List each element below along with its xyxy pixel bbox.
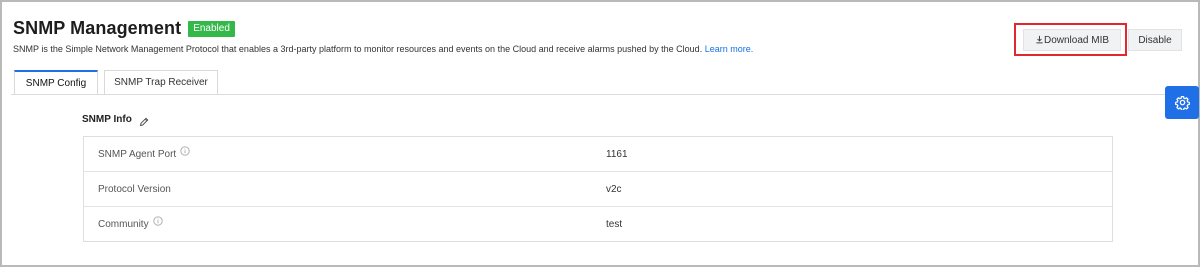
tabs-divider (11, 94, 1193, 95)
description-text: SNMP is the Simple Network Management Pr… (13, 44, 703, 54)
page-title: SNMP Management (13, 18, 182, 38)
community-label: Community (98, 219, 149, 231)
tab-snmp-config[interactable]: SNMP Config (14, 70, 98, 95)
agent-port-label: SNMP Agent Port (98, 149, 177, 161)
table-row: Community test (84, 207, 1112, 241)
snmp-info-table: SNMP Agent Port 1161 Protocol Version v2… (83, 136, 1113, 242)
tab-snmp-trap-receiver[interactable]: SNMP Trap Receiver (104, 70, 218, 94)
snmp-info-title: SNMP Info (82, 114, 132, 125)
protocol-version-label: Protocol Version (98, 184, 171, 195)
row-label: SNMP Agent Port (98, 137, 190, 172)
status-badge: Enabled (188, 20, 235, 37)
table-row: Protocol Version v2c (84, 172, 1112, 207)
download-icon (1036, 35, 1043, 44)
disable-button[interactable]: Disable (1128, 29, 1182, 51)
settings-side-button[interactable] (1165, 86, 1199, 119)
title-row: SNMP Management Enabled (13, 18, 235, 39)
info-icon[interactable] (180, 136, 190, 171)
page-description: SNMP is the Simple Network Management Pr… (13, 44, 753, 54)
page-frame: SNMP Management Enabled SNMP is the Simp… (0, 0, 1200, 267)
community-value: test (606, 219, 623, 230)
table-row: SNMP Agent Port 1161 (84, 137, 1112, 172)
download-mib-button[interactable]: Download MIB (1023, 29, 1121, 51)
agent-port-value: 1161 (606, 149, 628, 160)
download-mib-label: Download MIB (1043, 35, 1110, 46)
gear-icon (1174, 95, 1190, 110)
row-label: Community (98, 207, 163, 242)
protocol-version-value: v2c (606, 184, 622, 195)
pencil-icon[interactable] (139, 114, 149, 132)
learn-more-link[interactable]: Learn more. (705, 44, 754, 54)
info-icon[interactable] (152, 206, 163, 241)
